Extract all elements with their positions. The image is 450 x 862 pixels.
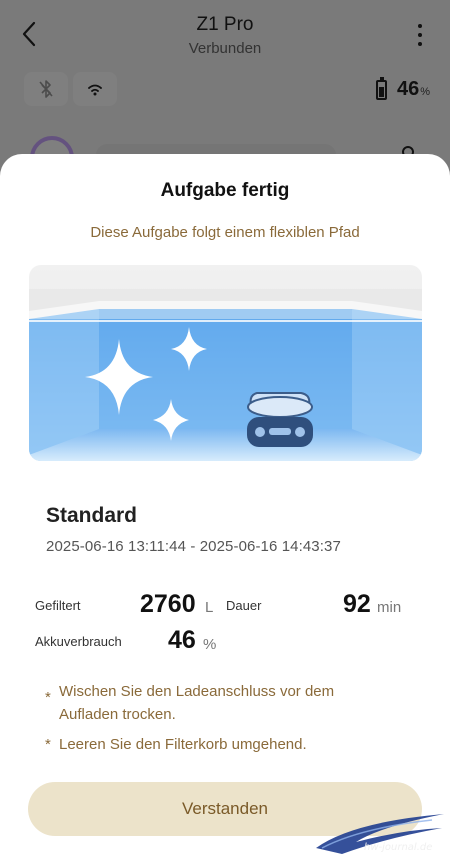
filtered-value: 2760 [140,590,196,618]
cleaning-mode: Standard [46,504,138,527]
battery-usage-unit: % [203,636,217,653]
filtered-unit: L [205,599,214,616]
note-text-line: Wischen Sie den Ladeanschluss vor dem [59,683,335,700]
dialog-title: Aufgabe fertig [160,180,290,201]
time-range: 2025-06-16 13:11:44 - 2025-06-16 14:43:3… [46,538,341,555]
filtered-label: Gefiltert [35,598,81,613]
duration-unit: min [377,599,402,616]
pool-illustration [29,265,422,461]
note-bullet: * [45,689,51,706]
pool-robot-icon [247,392,313,447]
note-empty-basket: * Leeren Sie den Filterkorb umgehend. [45,733,307,756]
battery-usage-value: 46 [168,626,196,654]
watermark-logo [316,814,444,854]
task-complete-dialog: Aufgabe fertig Diese Aufgabe folgt einem… [0,154,450,862]
note-dry-port: * Wischen Sie den Ladeanschluss vor dem … [45,680,334,726]
watermark-text: hw-journal.de [364,842,433,853]
battery-usage-label: Akkuverbrauch [35,634,122,649]
dialog-subtitle: Diese Aufgabe folgt einem flexiblen Pfad [90,224,360,241]
duration-label: Dauer [226,598,262,613]
note-text-line: Aufladen trocken. [59,706,176,723]
note-text-line: Leeren Sie den Filterkorb umgehend. [59,736,307,753]
note-bullet: * [45,736,51,753]
duration-value: 92 [343,590,371,618]
